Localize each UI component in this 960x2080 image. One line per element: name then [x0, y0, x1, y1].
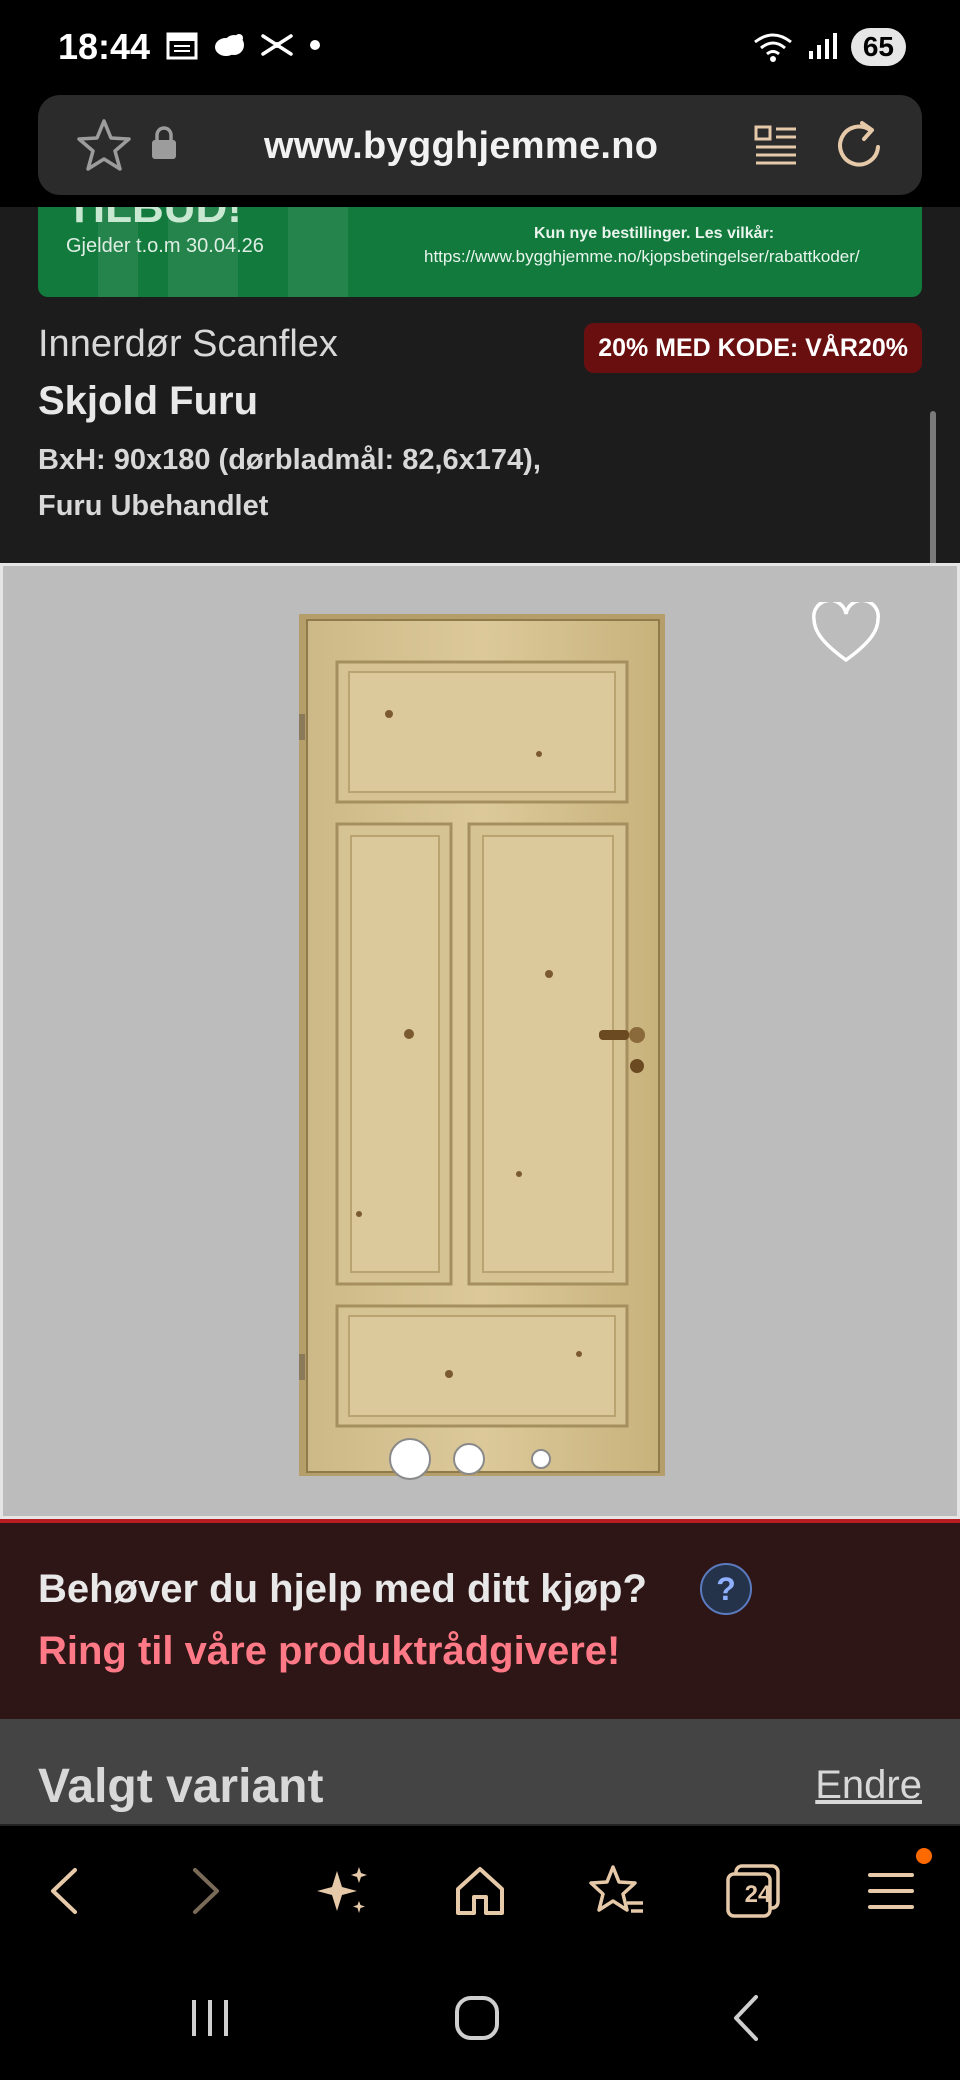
promo-banner[interactable]: TILBUD! Gjelder t.o.m 30.04.26 Kun nye b…	[38, 207, 922, 297]
bookmarks-button[interactable]	[582, 1856, 652, 1926]
star-list-icon	[589, 1865, 643, 1913]
promo-terms-url[interactable]: https://www.bygghjemme.no/kjopsbetingels…	[424, 247, 860, 267]
back-arrow-icon	[734, 1995, 758, 2041]
scissors-icon	[261, 34, 293, 56]
notification-dot	[916, 1848, 932, 1864]
home-nav-button[interactable]	[437, 1988, 517, 2048]
call-advisors-link[interactable]: Ring til våre produktrådgivere!	[38, 1629, 620, 1674]
tabs-button[interactable]: 24	[718, 1856, 788, 1926]
product-description: BxH: 90x180 (dørbladmål: 82,6x174), Furu…	[38, 444, 541, 522]
help-section: Behøver du hjelp med ditt kjøp? ? Ring t…	[0, 1519, 960, 1719]
signal-icon	[808, 33, 837, 59]
status-system-icons: 65	[753, 28, 906, 66]
system-navigation-bar	[0, 1954, 960, 2080]
back-nav-button[interactable]	[706, 1988, 786, 2048]
bookmark-star-icon[interactable]	[76, 117, 132, 173]
heart-icon[interactable]	[811, 602, 881, 664]
chevron-left-icon	[51, 1868, 77, 1914]
change-variant-link[interactable]: Endre	[815, 1763, 922, 1808]
browser-toolbar: 24	[0, 1824, 960, 1954]
promo-title: TILBUD!	[66, 207, 242, 232]
sparkle-icon	[317, 1867, 367, 1913]
home-button[interactable]	[445, 1856, 515, 1926]
selected-variant-section: Valgt variant Endre	[0, 1719, 960, 1824]
menu-button[interactable]	[856, 1856, 926, 1926]
hamburger-menu-icon	[868, 1873, 914, 1909]
calendar-icon	[166, 32, 198, 60]
banner-stripe	[288, 207, 348, 297]
product-title: Skjold Furu	[38, 379, 258, 423]
lock-icon	[152, 126, 176, 159]
browser-urlbar-container: www.bygghjemme.no	[0, 95, 960, 207]
home-icon	[456, 1867, 504, 1915]
product-image-gallery[interactable]	[0, 563, 960, 1519]
recent-apps-button[interactable]	[170, 1988, 250, 2048]
dot-icon	[310, 40, 320, 50]
ai-assistant-button[interactable]	[308, 1856, 378, 1926]
url-text[interactable]: www.bygghjemme.no	[264, 125, 658, 168]
back-button[interactable]	[30, 1856, 100, 1926]
battery-indicator: 65	[850, 28, 906, 66]
address-bar[interactable]: www.bygghjemme.no	[38, 95, 922, 195]
status-bar: 18:44 65	[0, 0, 960, 95]
gallery-dot-3[interactable]	[531, 1449, 551, 1469]
gallery-dot-1[interactable]	[389, 1438, 431, 1480]
forward-button[interactable]	[170, 1856, 240, 1926]
promo-terms-heading: Kun nye bestillinger. Les vilkår:	[534, 225, 775, 242]
chevron-right-icon	[193, 1868, 219, 1914]
status-time: 18:44	[58, 26, 151, 67]
gallery-dot-2[interactable]	[453, 1443, 485, 1475]
product-brand-line: Innerdør Scanflex	[38, 323, 338, 365]
web-page: TILBUD! Gjelder t.o.m 30.04.26 Kun nye b…	[0, 207, 960, 1824]
status-notification-icons	[166, 30, 322, 60]
home-circle-icon	[455, 1996, 499, 2040]
door-product-image[interactable]	[299, 614, 665, 1476]
wifi-icon	[753, 33, 792, 62]
reload-icon[interactable]	[832, 117, 888, 173]
help-title: Behøver du hjelp med ditt kjøp?	[38, 1567, 647, 1611]
recents-icon	[192, 2000, 228, 2036]
cloud-icon	[215, 34, 244, 56]
discount-badge: 20% MED KODE: VÅR20%	[584, 323, 922, 373]
tabs-count: 24	[744, 1881, 772, 1908]
variant-title: Valgt variant	[38, 1760, 324, 1813]
gallery-pagination	[389, 1438, 551, 1480]
reader-mode-icon[interactable]	[752, 121, 800, 169]
help-question-icon[interactable]: ?	[700, 1563, 752, 1615]
promo-valid-until: Gjelder t.o.m 30.04.26	[66, 235, 264, 257]
